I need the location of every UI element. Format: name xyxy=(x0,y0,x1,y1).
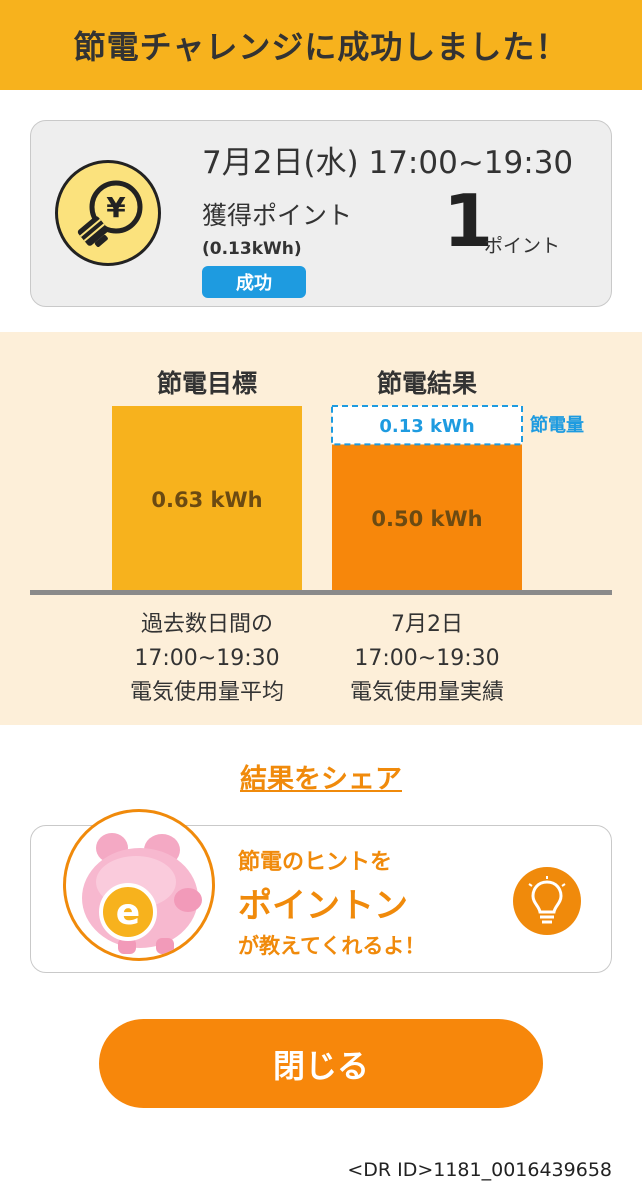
usage-chart: 節電目標 節電結果 0.63 kWh 0.50 kWh 0.13 kWh 節電量 過… xyxy=(0,332,642,725)
lightbulb-yen-icon: ¥ xyxy=(55,160,161,266)
chart-bar-value-label: 0.50 kWh xyxy=(371,507,482,531)
points-unit: ポイント xyxy=(484,235,561,257)
caption-line: 電気使用量平均 xyxy=(129,680,284,705)
page-title: 節電チャレンジに成功しました！ xyxy=(73,28,569,66)
chart-saving-value-label: 0.13 kWh xyxy=(379,416,474,437)
hint-text-line: が教えてくれるよ！ xyxy=(238,934,426,958)
chart-canvas: 0.63 kWh 0.50 kWh 0.13 kWh xyxy=(30,405,612,595)
status-badge: 成功 xyxy=(202,266,306,298)
caption-line: 過去数日間の xyxy=(140,612,273,637)
hint-mascot-name: ポイントン xyxy=(238,886,408,926)
chart-bar-value-label: 0.63 kWh xyxy=(151,488,262,512)
saving-legend-label: 節電量 xyxy=(530,415,584,436)
earned-points-label: 獲得ポイント xyxy=(202,201,353,230)
mascot-letter: e xyxy=(116,892,140,933)
saved-kwh-label: (0.13kWh) xyxy=(202,239,302,259)
target-caption: 過去数日間の 17:00~19:30 電気使用量平均 xyxy=(102,608,312,710)
caption-line: 7月2日 xyxy=(391,612,463,637)
hint-banner[interactable]: e 節電のヒントを ポイントン が教えてくれるよ！ xyxy=(30,809,612,973)
share-result-link[interactable]: 結果をシェア xyxy=(240,764,402,795)
caption-line: 電気使用量実績 xyxy=(349,680,504,705)
hint-text-line: 節電のヒントを xyxy=(238,850,393,875)
caption-line: 17:00~19:30 xyxy=(354,646,500,671)
dr-id-label: <DR ID>1181_0016439658 xyxy=(347,1159,612,1181)
header-bar: 節電チャレンジに成功しました！ xyxy=(0,0,642,90)
challenge-datetime: 7月2日(水) 17:00~19:30 xyxy=(202,145,574,181)
svg-text:¥: ¥ xyxy=(106,191,126,224)
close-button[interactable]: 閉じる xyxy=(99,1019,543,1108)
lightbulb-icon xyxy=(513,867,581,935)
chart-baseline xyxy=(30,590,612,595)
share-result-link-row: 結果をシェア xyxy=(0,757,642,796)
result-summary-card: ¥ 7月2日(水) 17:00~19:30 獲得ポイント (0.13kWh) 成… xyxy=(30,120,612,307)
result-caption: 7月2日 17:00~19:30 電気使用量実績 xyxy=(322,608,532,710)
caption-line: 17:00~19:30 xyxy=(134,646,280,671)
pointon-mascot-icon: e xyxy=(63,809,215,961)
